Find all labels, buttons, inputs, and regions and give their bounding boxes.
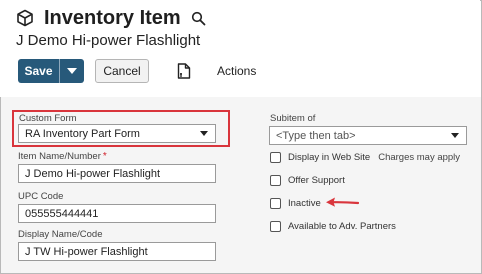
- page-title: Inventory Item: [44, 6, 181, 29]
- print-icon[interactable]: [177, 63, 191, 79]
- title-row: Inventory Item: [16, 6, 206, 30]
- subitem-of-select[interactable]: <Type then tab>: [269, 126, 467, 145]
- inactive-row: Inactive: [270, 198, 321, 209]
- save-button-group: Save: [18, 59, 84, 83]
- subitem-of-placeholder: <Type then tab>: [276, 129, 356, 142]
- available-to-partners-label: Available to Adv. Partners: [288, 221, 396, 232]
- required-marker: *: [102, 151, 107, 162]
- item-name-value: J Demo Hi-power Flashlight: [25, 167, 161, 180]
- display-in-web-site-row: Display in Web Site Charges may apply: [270, 152, 460, 163]
- offer-support-row: Offer Support: [270, 175, 345, 186]
- offer-support-label: Offer Support: [288, 175, 345, 186]
- item-name-field[interactable]: J Demo Hi-power Flashlight: [18, 164, 216, 183]
- save-menu-button[interactable]: [60, 59, 84, 83]
- chevron-down-icon: [451, 133, 459, 138]
- record-name: J Demo Hi-power Flashlight: [16, 32, 201, 49]
- action-toolbar: Save Cancel Actions: [18, 59, 256, 83]
- inactive-label: Inactive: [288, 198, 321, 209]
- charges-note: Charges may apply: [378, 152, 461, 163]
- display-name-field[interactable]: J TW Hi-power Flashlight: [18, 242, 216, 261]
- offer-support-checkbox[interactable]: [270, 175, 281, 186]
- cube-icon: [17, 9, 33, 27]
- search-icon[interactable]: [191, 11, 206, 26]
- cancel-button[interactable]: Cancel: [95, 59, 149, 83]
- highlight-box: [12, 110, 230, 147]
- available-to-partners-row: Available to Adv. Partners: [270, 221, 396, 232]
- item-name-label: Item Name/Number *: [18, 151, 107, 162]
- actions-menu[interactable]: Actions: [217, 64, 256, 78]
- display-in-web-site-label: Display in Web Site: [288, 152, 371, 163]
- subitem-of-label: Subitem of: [270, 113, 316, 124]
- arrow-left-icon: [326, 197, 359, 207]
- caret-down-icon: [67, 68, 77, 74]
- display-in-web-site-checkbox[interactable]: [270, 152, 281, 163]
- upc-code-field[interactable]: 055555444441: [18, 204, 216, 223]
- display-name-value: J TW Hi-power Flashlight: [25, 245, 148, 258]
- upc-code-label: UPC Code: [18, 191, 64, 202]
- item-name-label-text: Item Name/Number: [18, 151, 101, 162]
- available-to-partners-checkbox[interactable]: [270, 221, 281, 232]
- page-header: Inventory Item J Demo Hi-power Flashligh…: [0, 0, 480, 97]
- save-button[interactable]: Save: [18, 59, 60, 83]
- inactive-checkbox[interactable]: [270, 198, 281, 209]
- upc-code-value: 055555444441: [25, 207, 99, 220]
- display-name-label: Display Name/Code: [18, 229, 103, 240]
